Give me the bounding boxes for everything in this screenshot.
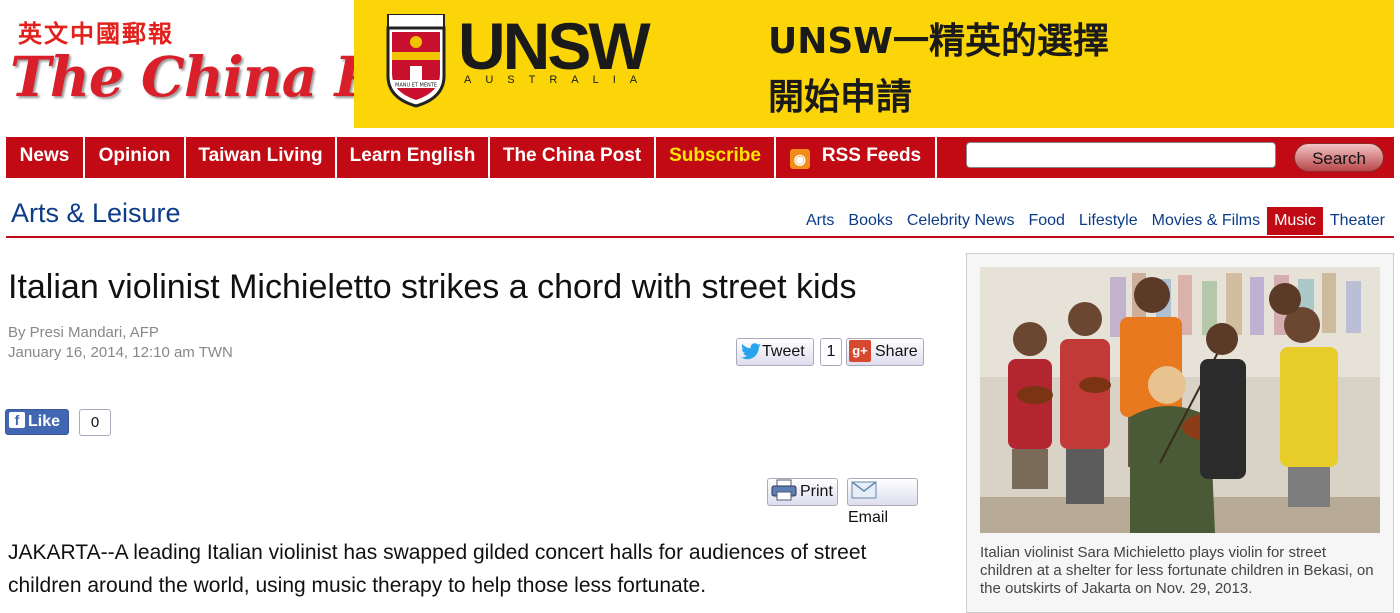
share-label: Share: [875, 343, 918, 360]
nav-item-the-china-post[interactable]: The China Post: [490, 137, 656, 178]
banner-headline: UNSW一精英的選擇: [768, 21, 1109, 62]
section-divider: [6, 236, 1394, 238]
banner-cta: 開始申請: [768, 77, 913, 118]
article-byline: By Presi Mandari, AFP: [8, 324, 159, 341]
nav-item-news[interactable]: News: [6, 137, 85, 178]
rss-label: RSS Feeds: [821, 145, 922, 166]
printer-icon: [771, 479, 797, 501]
section-title[interactable]: Arts & Leisure: [11, 198, 181, 229]
article-date: January 16, 2014, 12:10 am TWN: [8, 344, 233, 361]
nav-item-subscribe[interactable]: Subscribe: [656, 137, 776, 178]
nav-item-learn-english[interactable]: Learn English: [337, 137, 490, 178]
subnav-item-lifestyle[interactable]: Lifestyle: [1072, 207, 1145, 235]
search-button[interactable]: Search: [1294, 143, 1384, 172]
subnav-item-music[interactable]: Music: [1267, 207, 1323, 235]
tweet-label: Tweet: [762, 343, 805, 360]
unsw-crest-icon: MANU ET MENTE: [386, 14, 446, 108]
subnav-item-books[interactable]: Books: [841, 207, 899, 235]
unsw-wordmark: UNSW: [458, 9, 651, 83]
rss-icon: ◉: [789, 149, 810, 169]
violinist-with-children-image: [980, 267, 1380, 533]
like-label: Like: [28, 413, 61, 430]
tweet-button[interactable]: Tweet: [736, 338, 814, 366]
main-nav: News Opinion Taiwan Living Learn English…: [6, 137, 1394, 178]
subnav-item-movies-films[interactable]: Movies & Films: [1145, 207, 1267, 235]
unsw-australia-text: AUSTRALIA: [464, 74, 652, 86]
section-subnav: Arts Books Celebrity News Food Lifestyle Movi…: [799, 207, 1392, 235]
facebook-like-button[interactable]: f Like: [5, 409, 69, 435]
article-headline: Italian violinist Michieletto strikes a …: [8, 268, 857, 306]
tweet-count: 1: [820, 338, 842, 366]
print-label: Print: [800, 483, 833, 500]
google-plus-icon: g+: [849, 339, 871, 362]
article-body: JAKARTA--A leading Italian violinist has…: [8, 541, 867, 597]
print-button[interactable]: Print: [767, 478, 838, 506]
photo-caption: Italian violinist Sara Michieletto plays…: [980, 544, 1374, 597]
subnav-item-theater[interactable]: Theater: [1323, 207, 1392, 235]
article-photo[interactable]: [980, 267, 1380, 533]
twitter-bird-icon: [741, 343, 761, 359]
email-button[interactable]: Email: [847, 478, 918, 526]
like-count: 0: [79, 409, 111, 436]
search-input[interactable]: [966, 142, 1276, 168]
subnav-item-arts[interactable]: Arts: [799, 207, 841, 235]
envelope-icon: [851, 481, 877, 499]
crest-motto: MANU ET MENTE: [395, 83, 437, 89]
unsw-banner-ad[interactable]: MANU ET MENTE UNSW AUSTRALIA UNSW一精英的選擇 …: [354, 0, 1394, 128]
google-share-button[interactable]: g+ Share: [846, 338, 924, 366]
facebook-icon: f: [9, 412, 25, 429]
subnav-item-celebrity-news[interactable]: Celebrity News: [900, 207, 1022, 235]
nav-item-rss-feeds[interactable]: ◉ RSS Feeds: [776, 137, 937, 178]
email-label: Email: [848, 509, 889, 526]
site-logo[interactable]: 英文中國郵報 The China Post: [0, 0, 464, 128]
nav-item-taiwan-living[interactable]: Taiwan Living: [186, 137, 337, 178]
subnav-item-food[interactable]: Food: [1021, 207, 1071, 235]
nav-item-opinion[interactable]: Opinion: [85, 137, 186, 178]
